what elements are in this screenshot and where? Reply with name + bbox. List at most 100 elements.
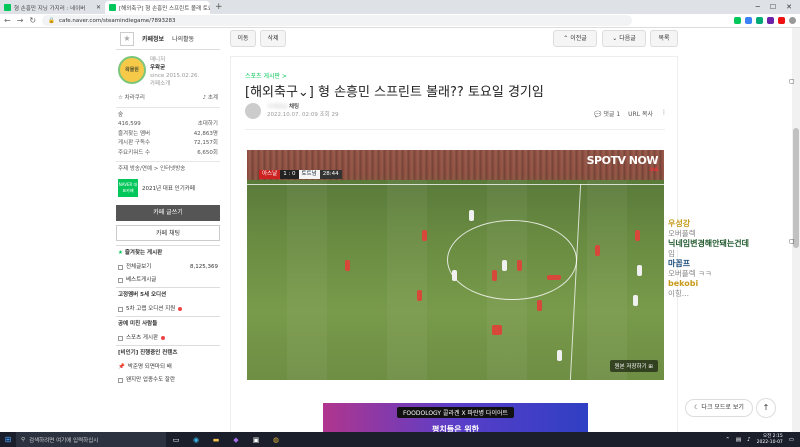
player xyxy=(452,270,457,281)
stat-label: 주요키워드 수 xyxy=(118,149,151,156)
minimize-icon[interactable]: ─ xyxy=(756,1,760,14)
cafe-intro-link[interactable]: 카페소개 xyxy=(150,80,199,88)
next-post-button[interactable]: ⌄ 다음글 xyxy=(602,30,646,47)
player xyxy=(633,295,638,306)
chat-message: 오버플렉 ㅋㅋ xyxy=(668,269,712,278)
side-icon[interactable]: ▢ xyxy=(789,238,797,246)
menu-section[interactable]: 공예 미친 사람들 xyxy=(116,315,220,332)
star-icon[interactable]: ★ xyxy=(120,31,134,46)
terminal-icon[interactable]: ▣ xyxy=(246,432,266,447)
menu-item[interactable]: 📌 박준명 되면마되 배 xyxy=(116,361,220,374)
author-name[interactable]: 닉네임님 채팅 xyxy=(267,103,338,111)
vs-icon[interactable]: ◆ xyxy=(226,432,246,447)
scrollbar-thumb[interactable] xyxy=(793,128,799,248)
author-avatar[interactable] xyxy=(245,103,261,119)
more-icon[interactable]: ⋮ xyxy=(661,109,667,118)
tray-up-icon[interactable]: ⌃ xyxy=(725,437,730,443)
extensions xyxy=(734,17,796,24)
tab-my-activity[interactable]: 나의활동 xyxy=(168,34,198,43)
task-view-icon[interactable]: ▭ xyxy=(166,432,186,447)
profile-icon[interactable] xyxy=(789,17,796,24)
maximize-icon[interactable]: ☐ xyxy=(770,1,776,14)
clock[interactable]: 오전 2:15 2022-10-07 xyxy=(757,434,783,446)
ad-banner[interactable]: FOODOLOGY 콜라겐 X 파란병 다이어트 평치들은 위한 xyxy=(323,403,588,432)
dark-mode-label: 다크 모드로 보기 xyxy=(701,404,744,411)
save-original-button[interactable]: 원본 저장하기 ⊞ xyxy=(609,360,658,372)
rank-link[interactable]: ☆ 차라쿠리 xyxy=(118,94,145,104)
extension-icon[interactable] xyxy=(767,17,774,24)
menu-section[interactable]: [비인기] 진행중인 컨텐츠 xyxy=(116,344,220,361)
close-tab-icon[interactable]: ✕ xyxy=(96,4,101,11)
extension-icon[interactable] xyxy=(778,17,785,24)
award-text: 2021년 대표 인기카페 xyxy=(142,185,195,192)
volume-icon[interactable]: ♪ xyxy=(747,437,751,443)
prev-label: 이전글 xyxy=(570,35,587,42)
extension-icon[interactable] xyxy=(745,17,752,24)
menu-item[interactable]: 왠지만 업종수도 잘란 xyxy=(116,374,220,387)
chrome-icon[interactable]: ◍ xyxy=(266,432,286,447)
browser-tab[interactable]: 형 손흥민 지닝 가지러 : 네이버 ✕ xyxy=(0,1,105,14)
prev-post-button[interactable]: ⌃ 이전글 xyxy=(553,30,597,47)
stats-link[interactable]: ♪ 초계 xyxy=(203,94,218,104)
move-button[interactable]: 이동 xyxy=(230,30,256,47)
pitch-stripe xyxy=(587,180,627,380)
cafe-logo: 왁물원 xyxy=(118,56,146,84)
menu-item-label: 5차 고랩 오디션 지원 xyxy=(126,305,176,312)
side-icon[interactable]: ▢ xyxy=(789,78,797,86)
delete-button[interactable]: 삭제 xyxy=(260,30,286,47)
reload-icon[interactable]: ↻ xyxy=(29,16,36,25)
pitch-stripe xyxy=(287,180,327,380)
naver-award: NAVER 대표카페 2021년 대표 인기카페 xyxy=(116,175,220,201)
chat-message: 오버플렉 xyxy=(668,229,696,238)
search-placeholder: 검색하려면 여기에 입력하십시 xyxy=(29,437,99,444)
forward-icon[interactable]: → xyxy=(17,16,24,25)
chat-overlay: 우성강 오버플렉 닉네임변경해안돼는건데 임 마꼽프 오버플렉 ㅋㅋ bekob… xyxy=(668,219,792,299)
url-field[interactable]: 🔒 cafe.naver.com/steamindiegame/7893283 xyxy=(42,15,633,26)
cafe-tabs: ★ 카페정보 나의활동 xyxy=(116,28,220,50)
close-window-icon[interactable]: ✕ xyxy=(786,1,792,14)
extension-icon[interactable] xyxy=(756,17,763,24)
comment-link[interactable]: 💬 댓글 1 xyxy=(594,109,620,118)
naver-favicon xyxy=(109,4,116,11)
menu-item[interactable]: 스포츠 게시판 xyxy=(116,332,220,345)
list-button[interactable]: 목록 xyxy=(650,30,678,47)
extension-icon[interactable] xyxy=(734,17,741,24)
pin-icon: 📌 xyxy=(118,363,125,370)
stat-row: 주요키워드 수 6,650회 xyxy=(116,149,220,159)
members-count: 416,599 xyxy=(118,121,141,127)
taskbar-search[interactable]: ⚲ 검색하려면 여기에 입력하십시 xyxy=(16,432,166,447)
center-circle xyxy=(447,220,577,300)
dark-mode-button[interactable]: ☾ 다크 모드로 보기 xyxy=(685,399,753,417)
checkbox-icon xyxy=(118,264,123,270)
board-link[interactable]: 스포츠 게시판 > xyxy=(245,71,287,80)
video-player[interactable]: SPOTV NOW LIVE 아스날 1 : 0 토트넘 28:44 원본 저장… xyxy=(247,150,664,380)
live-label: LIVE xyxy=(650,167,658,172)
folder-icon[interactable]: ▬ xyxy=(206,432,226,447)
since-date: since 2015.02.26. xyxy=(150,73,200,79)
network-icon[interactable]: ▤ xyxy=(736,437,741,443)
back-icon[interactable]: ← xyxy=(4,16,11,25)
scoreboard: 아스날 1 : 0 토트넘 28:44 xyxy=(259,170,342,179)
address-bar: ← → ↻ 🔒 cafe.naver.com/steamindiegame/789… xyxy=(0,14,800,28)
scroll-top-button[interactable]: ↑ xyxy=(756,398,776,418)
browser-tab-active[interactable]: [해외축구] 형 손흥민 스프린트 볼래 토요✕ xyxy=(105,1,210,14)
match-time: 28:44 xyxy=(319,170,342,179)
windows-start-icon[interactable]: ⊞ xyxy=(0,435,16,444)
themes-row: 주제 방송/연예 > 인터넷방송 xyxy=(116,161,220,175)
all-posts-item[interactable]: 전체글보기 8,125,369 xyxy=(116,261,220,274)
invite-button[interactable]: 초대하기 xyxy=(198,120,218,130)
new-tab-button[interactable]: + xyxy=(210,1,228,14)
scrollbar[interactable] xyxy=(792,28,800,432)
level-row: 숲 xyxy=(116,111,220,121)
menu-item[interactable]: 5차 고랩 오디션 지원 xyxy=(116,303,220,316)
menu-section[interactable]: 고정멤버 5세 오디션 xyxy=(116,286,220,303)
cafe-chat-button[interactable]: 카페 채팅 xyxy=(116,224,220,241)
edge-icon[interactable]: ◉ xyxy=(186,432,206,447)
best-posts-item[interactable]: 베스트게시글 xyxy=(116,274,220,287)
manager-name[interactable]: 우왁굳 xyxy=(150,64,199,72)
write-post-button[interactable]: 카페 글쓰기 xyxy=(116,204,220,221)
url-copy-button[interactable]: URL 복사 xyxy=(628,109,653,118)
best-posts-label: 베스트게시글 xyxy=(126,276,157,283)
tab-cafe-info[interactable]: 카페정보 xyxy=(138,34,168,43)
notification-icon[interactable]: ▭ xyxy=(789,437,794,443)
